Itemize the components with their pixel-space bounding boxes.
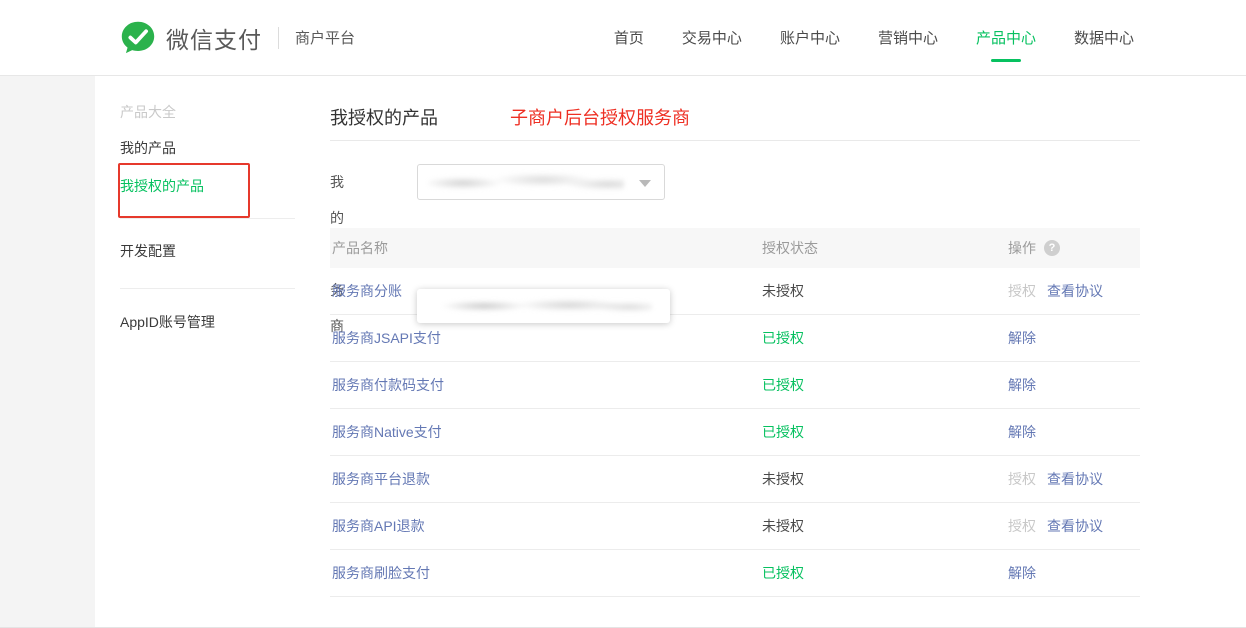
chevron-down-icon xyxy=(639,180,651,187)
provider-dropdown-option[interactable] xyxy=(417,289,670,323)
revoke-link[interactable]: 解除 xyxy=(1008,563,1036,583)
status-text: 已授权 xyxy=(762,424,804,440)
product-name-link[interactable]: 服务商刷脸支付 xyxy=(332,565,430,581)
product-name-link[interactable]: 服务商Native支付 xyxy=(332,424,442,440)
nav-item-marketing-center[interactable]: 营销中心 xyxy=(876,21,940,54)
view-agreement-link[interactable]: 查看协议 xyxy=(1047,281,1103,301)
column-action-label: 操作 xyxy=(1008,238,1036,258)
page-title: 我授权的产品 xyxy=(330,104,438,130)
table-row: 服务商刷脸支付 已授权 授权 查看协议 解除 xyxy=(330,550,1140,597)
status-text: 已授权 xyxy=(762,330,804,346)
wechat-pay-logo-icon xyxy=(120,20,156,56)
red-annotation-text: 子商户后台授权服务商 xyxy=(510,104,690,130)
main-content: 我授权的产品 子商户后台授权服务商 我的服务商 产品名称 授权状态 操作 ? xyxy=(330,76,1140,628)
redacted-option-value xyxy=(439,297,652,315)
sidebar: 产品大全 我的产品 我授权的产品 开发配置 AppID账号管理 xyxy=(95,76,295,628)
brand-name: 微信支付 xyxy=(166,21,262,55)
sidebar-item-dev-config[interactable]: 开发配置 xyxy=(120,241,176,261)
status-text: 已授权 xyxy=(762,377,804,393)
provider-select[interactable] xyxy=(417,164,665,200)
brand-separator xyxy=(278,27,279,49)
sidebar-item-my-products[interactable]: 我的产品 xyxy=(120,138,176,158)
table-header: 产品名称 授权状态 操作 ? xyxy=(330,228,1140,268)
view-agreement-link[interactable]: 查看协议 xyxy=(1047,469,1103,489)
table-row: 服务商API退款 未授权 授权 查看协议 解除 xyxy=(330,503,1140,550)
table-row: 服务商Native支付 已授权 授权 查看协议 解除 xyxy=(330,409,1140,456)
brand-area: 微信支付 商户平台 xyxy=(120,0,355,75)
revoke-link[interactable]: 解除 xyxy=(1008,375,1036,395)
nav-item-data-center[interactable]: 数据中心 xyxy=(1072,21,1136,54)
column-action: 操作 ? xyxy=(1008,238,1140,258)
question-mark-icon[interactable]: ? xyxy=(1044,240,1060,256)
authorize-action-disabled: 授权 xyxy=(1008,516,1036,536)
authorize-action-disabled: 授权 xyxy=(1008,281,1036,301)
products-table: 产品名称 授权状态 操作 ? 服务商分账 未授权 授权 查看协议 解除 服务商J… xyxy=(330,228,1140,597)
top-nav: 首页 交易中心 账户中心 营销中心 产品中心 数据中心 xyxy=(612,0,1136,75)
nav-item-home[interactable]: 首页 xyxy=(612,21,646,54)
product-name-link[interactable]: 服务商分账 xyxy=(332,283,402,299)
table-row: 服务商付款码支付 已授权 授权 查看协议 解除 xyxy=(330,362,1140,409)
product-name-link[interactable]: 服务商JSAPI支付 xyxy=(332,330,441,346)
top-header: 微信支付 商户平台 首页 交易中心 账户中心 营销中心 产品中心 数据中心 xyxy=(0,0,1246,76)
status-text: 未授权 xyxy=(762,471,804,487)
column-auth-status: 授权状态 xyxy=(762,238,1008,258)
view-agreement-link[interactable]: 查看协议 xyxy=(1047,516,1103,536)
product-name-link[interactable]: 服务商API退款 xyxy=(332,518,425,534)
revoke-link[interactable]: 解除 xyxy=(1008,422,1036,442)
status-text: 未授权 xyxy=(762,283,804,299)
sidebar-divider xyxy=(120,288,295,289)
title-divider xyxy=(330,140,1140,141)
nav-item-trade-center[interactable]: 交易中心 xyxy=(680,21,744,54)
status-text: 已授权 xyxy=(762,565,804,581)
sidebar-item-my-authorized-products[interactable]: 我授权的产品 xyxy=(120,176,204,196)
product-name-link[interactable]: 服务商付款码支付 xyxy=(332,377,444,393)
table-row: 服务商平台退款 未授权 授权 查看协议 解除 xyxy=(330,456,1140,503)
left-gutter xyxy=(0,76,95,628)
nav-item-account-center[interactable]: 账户中心 xyxy=(778,21,842,54)
sidebar-section-all-products: 产品大全 xyxy=(120,102,176,122)
merchant-platform-page: 微信支付 商户平台 首页 交易中心 账户中心 营销中心 产品中心 数据中心 产品… xyxy=(0,0,1246,628)
sidebar-divider xyxy=(120,218,295,219)
authorize-action-disabled: 授权 xyxy=(1008,469,1036,489)
product-name-link[interactable]: 服务商平台退款 xyxy=(332,471,430,487)
revoke-link[interactable]: 解除 xyxy=(1008,328,1036,348)
nav-item-product-center[interactable]: 产品中心 xyxy=(974,21,1038,54)
column-product-name: 产品名称 xyxy=(330,238,762,258)
status-text: 未授权 xyxy=(762,518,804,534)
sidebar-item-appid-management[interactable]: AppID账号管理 xyxy=(120,312,215,332)
brand-subtitle: 商户平台 xyxy=(295,27,355,48)
redacted-provider-value xyxy=(428,171,624,193)
